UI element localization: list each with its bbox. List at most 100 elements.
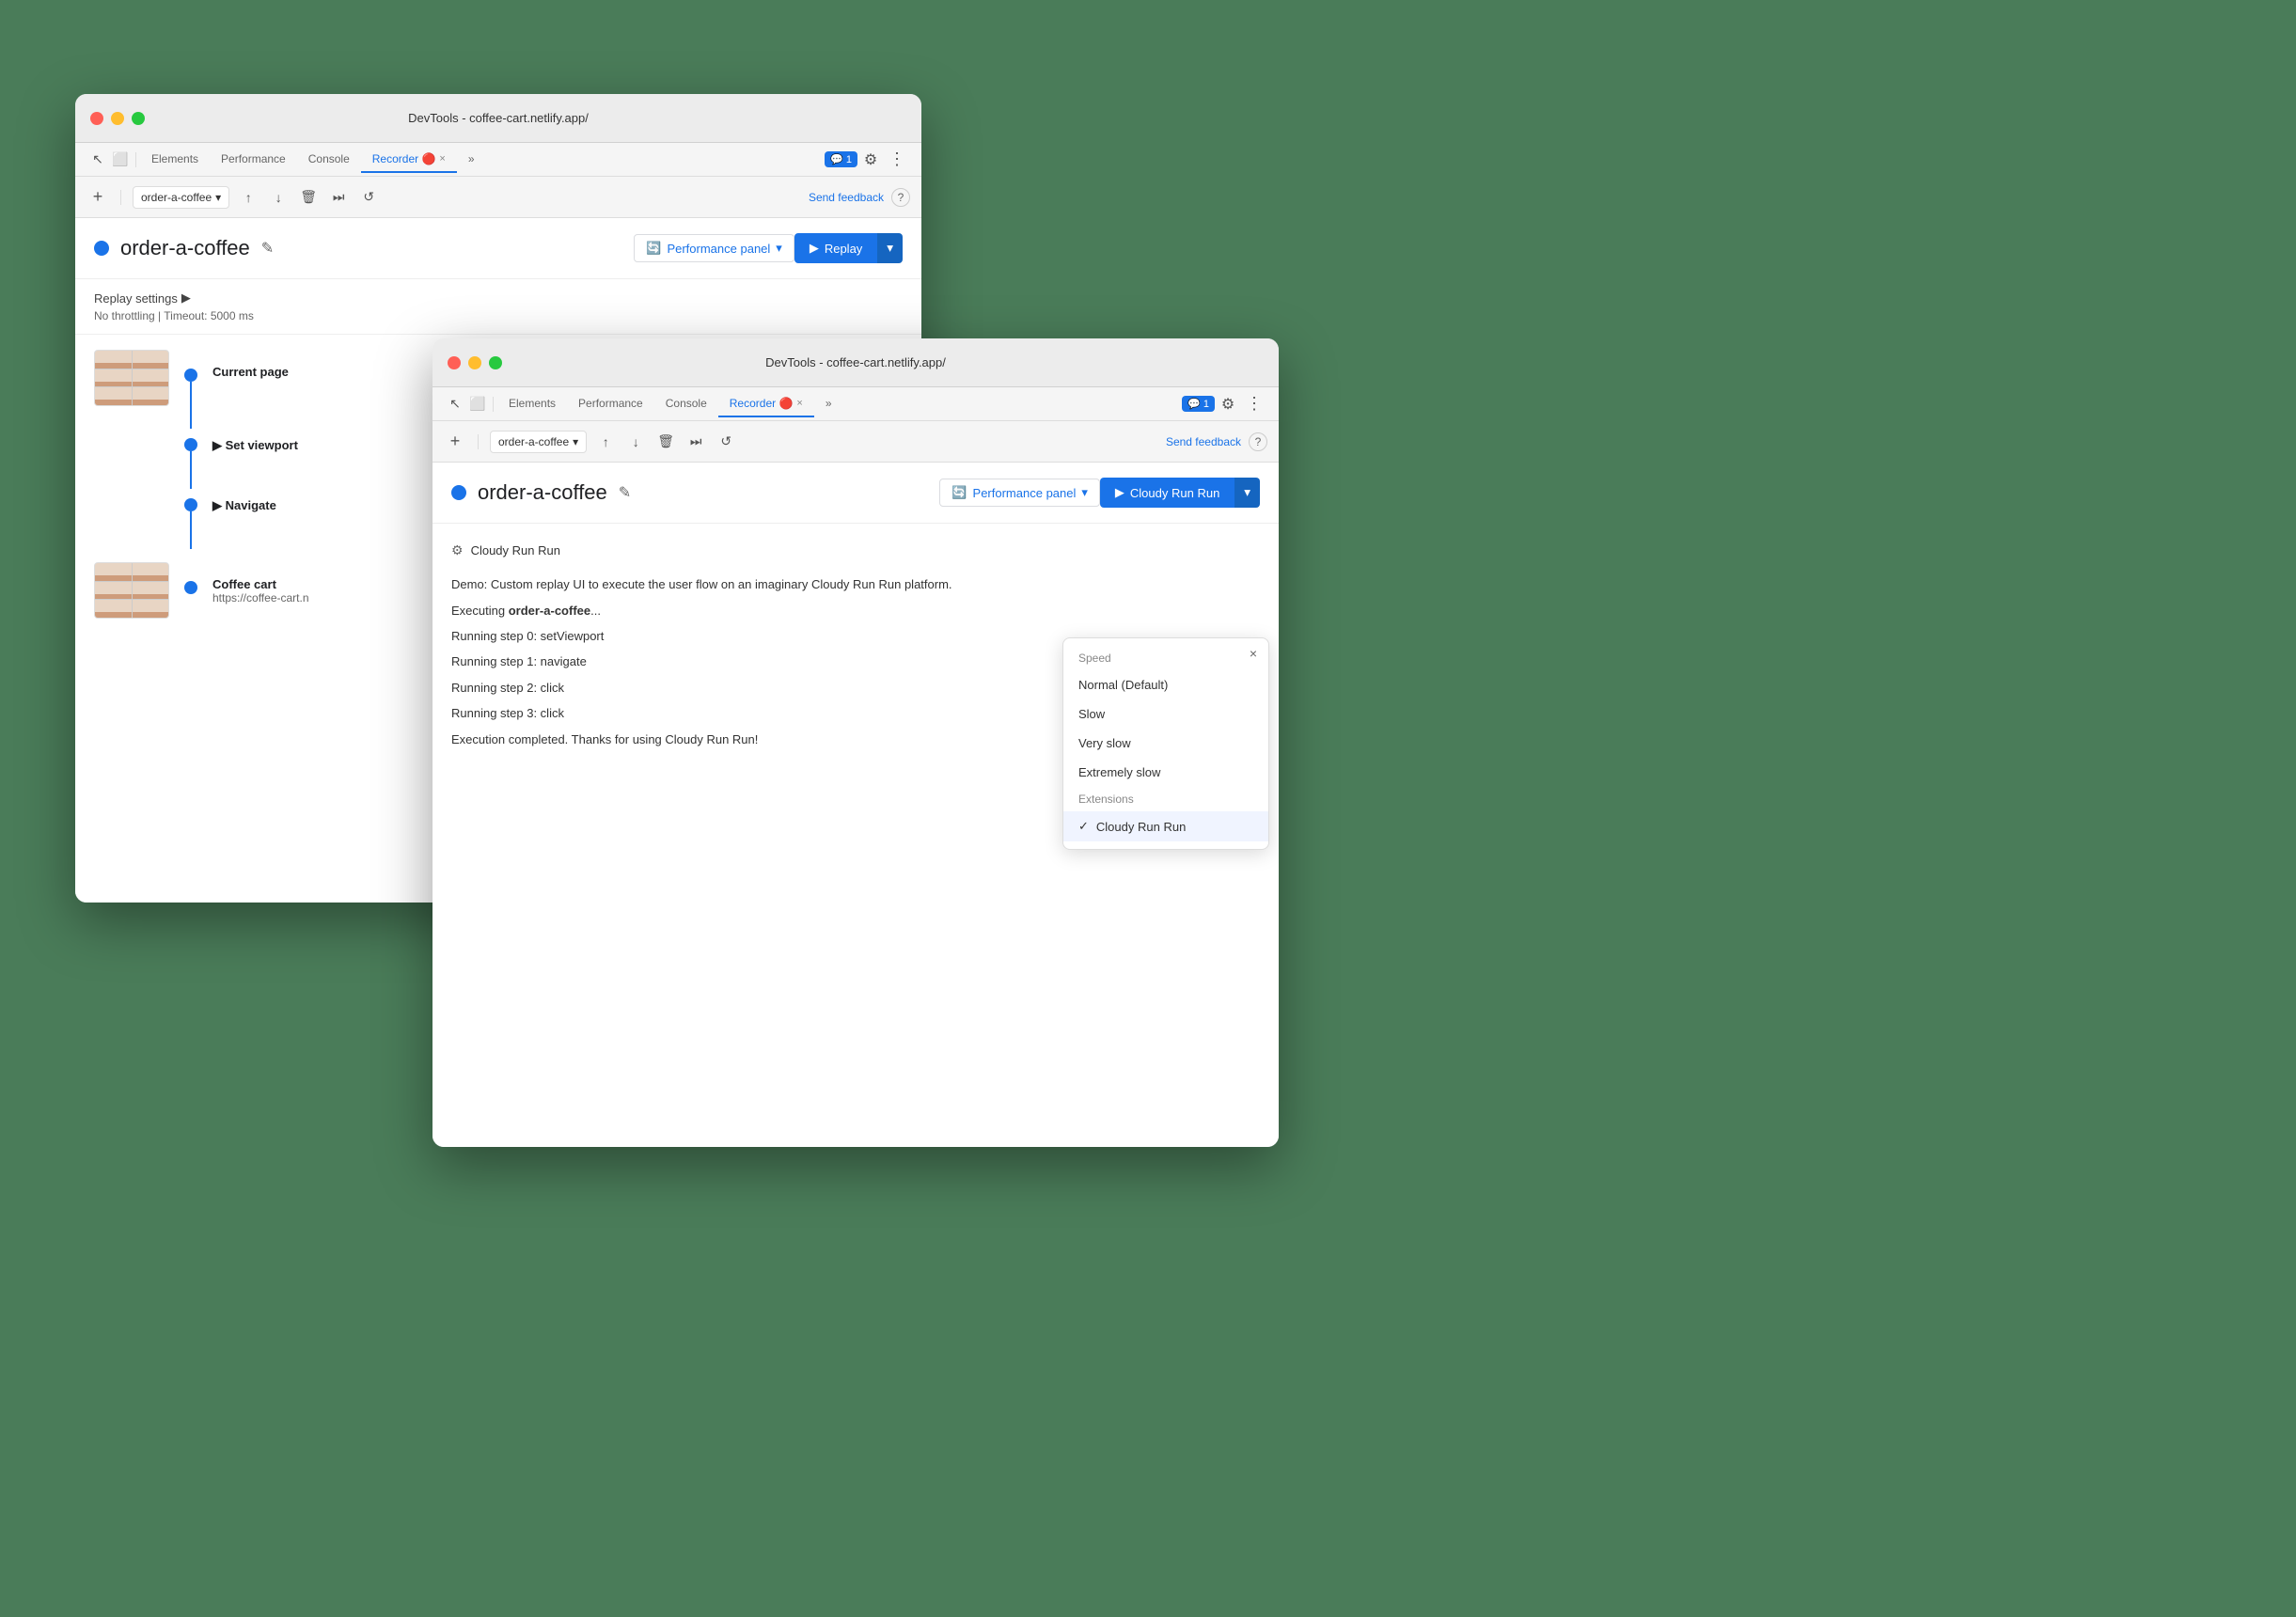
step-line-1	[190, 382, 192, 429]
close-tab-icon-front[interactable]: ×	[796, 398, 802, 409]
tab-bar-front: ↖ ⬜ Elements Performance Console Recorde…	[432, 387, 1279, 421]
thumbnail-currentpage	[94, 350, 169, 406]
pointer-icon[interactable]: ↖	[86, 149, 109, 171]
recording-dot-front	[451, 485, 466, 500]
chat-badge-front[interactable]: 💬 1	[1182, 396, 1215, 412]
edit-name-icon-front[interactable]: ✎	[619, 483, 631, 502]
minimize-button[interactable]	[111, 112, 124, 125]
log-entry-1: Demo: Custom replay UI to execute the us…	[451, 573, 1260, 595]
speed-very-slow[interactable]: Very slow	[1063, 729, 1268, 758]
perf-arrow-front: ▾	[1081, 485, 1088, 500]
settings-icon-back[interactable]: ⚙	[857, 147, 884, 173]
speed-extremely-slow[interactable]: Extremely slow	[1063, 758, 1268, 787]
recording-header-front: order-a-coffee ✎ 🔄 Performance panel ▾ ▶…	[432, 463, 1279, 524]
thumbnail-coffeecart	[94, 562, 169, 619]
more-icon-front[interactable]: ⋮	[1241, 391, 1267, 417]
step-subtitle-coffeecart: https://coffee-cart.n	[212, 591, 309, 604]
tab-console-back[interactable]: Console	[297, 147, 361, 173]
cloudy-run-btn[interactable]: ▶ Cloudy Run Run	[1100, 478, 1234, 508]
maximize-button[interactable]	[132, 112, 145, 125]
tab-more-front[interactable]: »	[814, 391, 843, 417]
step-dot-currentpage	[184, 369, 197, 382]
import-icon-front[interactable]: ↓	[624, 431, 647, 453]
window-title-back: DevTools - coffee-cart.netlify.app/	[408, 111, 589, 125]
tab-recorder-back[interactable]: Recorder 🔴 ×	[361, 147, 457, 173]
tab-elements-label: Elements	[151, 152, 198, 165]
settings-info-back: No throttling | Timeout: 5000 ms	[94, 309, 903, 322]
replay-btn-back[interactable]: ▶ Replay	[794, 233, 877, 263]
dropdown-arrow-front: ▾	[573, 435, 578, 448]
chat-badge-back[interactable]: 💬 1	[825, 151, 857, 167]
speed-slow[interactable]: Slow	[1063, 699, 1268, 729]
chat-count-front: 1	[1203, 399, 1209, 410]
recording-bar-front: + order-a-coffee ▾ ↑ ↓ 🗑 ⏭ ↺ Send feedba…	[432, 421, 1279, 463]
send-feedback-front[interactable]: Send feedback	[1166, 435, 1241, 448]
tab-recorder-front[interactable]: Recorder 🔴 ×	[718, 391, 814, 417]
recording-dropdown-front[interactable]: order-a-coffee ▾	[490, 431, 587, 453]
delete-icon[interactable]: 🗑	[297, 186, 320, 209]
help-icon-back[interactable]: ?	[891, 188, 910, 207]
add-recording-icon-front[interactable]: +	[444, 431, 466, 453]
step-content-coffeecart: Coffee cart https://coffee-cart.n	[212, 562, 309, 604]
settings-arrow: ▶	[181, 290, 191, 306]
refresh-icon[interactable]: ↺	[357, 186, 380, 209]
log-entry-2: Executing order-a-coffee...	[451, 600, 1260, 621]
add-recording-icon[interactable]: +	[86, 186, 109, 209]
step-over-icon-front[interactable]: ⏭	[684, 431, 707, 453]
settings-icon-front[interactable]: ⚙	[1215, 391, 1241, 417]
perf-label-back: Performance panel	[667, 242, 770, 256]
sep2-front	[478, 434, 479, 449]
export-icon[interactable]: ↑	[237, 186, 259, 209]
title-bar-front: DevTools - coffee-cart.netlify.app/	[432, 338, 1279, 387]
import-icon[interactable]: ↓	[267, 186, 290, 209]
extensions-section-title: Extensions	[1063, 787, 1268, 811]
send-feedback-back[interactable]: Send feedback	[809, 191, 884, 204]
step-line-2	[190, 451, 192, 489]
replay-label-front: Cloudy Run Run	[1130, 486, 1219, 500]
close-button-front[interactable]	[448, 356, 461, 369]
sep1-front	[493, 397, 494, 412]
step-content-viewport: ▶ Set viewport	[212, 438, 298, 453]
cloudy-dropdown-btn[interactable]: ▾	[1234, 478, 1260, 508]
performance-panel-btn-front[interactable]: 🔄 Performance panel ▾	[939, 479, 1100, 507]
dropdown-close-icon[interactable]: ×	[1250, 646, 1257, 661]
tab-performance-front[interactable]: Performance	[567, 391, 654, 417]
console-header: ⚙ Cloudy Run Run	[451, 539, 1260, 562]
recording-dropdown-back[interactable]: order-a-coffee ▾	[133, 186, 229, 209]
tab-console-front[interactable]: Console	[654, 391, 718, 417]
speed-extremely-slow-label: Extremely slow	[1078, 765, 1160, 779]
delete-icon-front[interactable]: 🗑	[654, 431, 677, 453]
step-content-currentpage: Current page	[212, 350, 289, 379]
settings-area-back: Replay settings ▶ No throttling | Timeou…	[75, 279, 921, 335]
executing-name: order-a-coffee	[509, 604, 590, 618]
tab-elements-front[interactable]: Elements	[497, 391, 567, 417]
step-timeline-navigate	[184, 498, 197, 549]
close-tab-icon[interactable]: ×	[439, 153, 445, 165]
step-over-icon[interactable]: ⏭	[327, 186, 350, 209]
recording-name-back: order-a-coffee	[141, 191, 212, 204]
more-icon-back[interactable]: ⋮	[884, 147, 910, 173]
step-dot-coffeecart	[184, 581, 197, 594]
help-icon-front[interactable]: ?	[1249, 432, 1267, 451]
minimize-button-front[interactable]	[468, 356, 481, 369]
extension-label: Cloudy Run Run	[1096, 820, 1186, 834]
perf-label-front: Performance panel	[973, 486, 1077, 500]
tab-performance-back[interactable]: Performance	[210, 147, 297, 173]
extension-cloudy-run-run[interactable]: ✓ Cloudy Run Run	[1063, 811, 1268, 841]
tab-more-back[interactable]: »	[457, 147, 486, 173]
replay-dropdown-btn-back[interactable]: ▾	[877, 233, 903, 263]
export-icon-front[interactable]: ↑	[594, 431, 617, 453]
performance-panel-btn-back[interactable]: 🔄 Performance panel ▾	[634, 234, 794, 262]
maximize-button-front[interactable]	[489, 356, 502, 369]
edit-name-icon-back[interactable]: ✎	[261, 239, 274, 258]
speed-normal[interactable]: Normal (Default)	[1063, 670, 1268, 699]
speed-dropdown-menu: Speed × Normal (Default) Slow Very slow …	[1062, 637, 1269, 850]
speed-very-slow-label: Very slow	[1078, 736, 1131, 750]
device-icon[interactable]: ⬜	[109, 149, 132, 171]
speed-section-title: Speed	[1063, 646, 1268, 670]
close-button[interactable]	[90, 112, 103, 125]
pointer-icon-front[interactable]: ↖	[444, 393, 466, 416]
device-icon-front[interactable]: ⬜	[466, 393, 489, 416]
tab-elements-back[interactable]: Elements	[140, 147, 210, 173]
refresh-icon-front[interactable]: ↺	[715, 431, 737, 453]
